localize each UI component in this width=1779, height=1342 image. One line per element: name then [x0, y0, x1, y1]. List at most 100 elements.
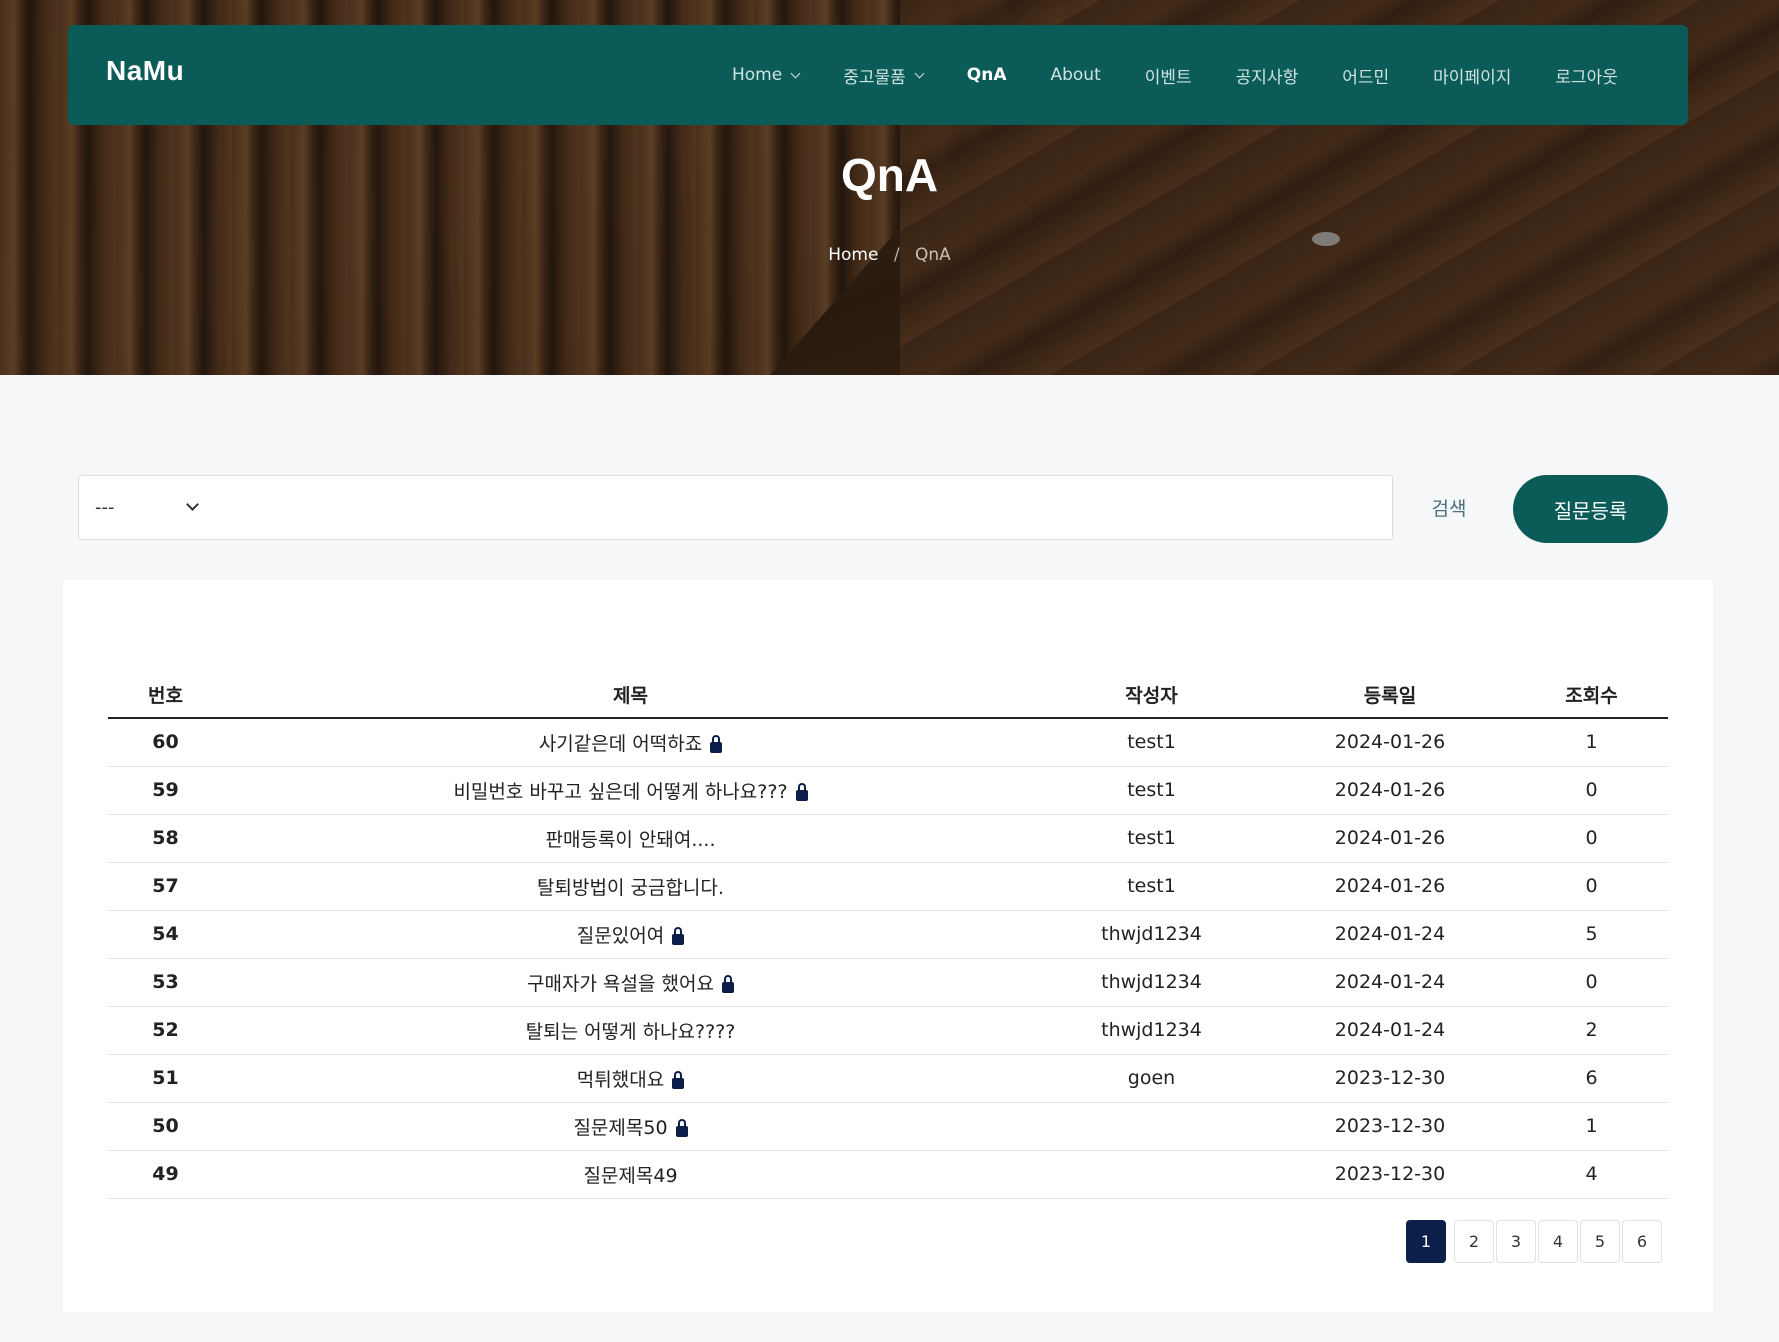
nav-item-4[interactable]: 이벤트 [1145, 63, 1192, 88]
lock-icon [795, 782, 808, 801]
nav-item-8[interactable]: 로그아웃 [1555, 63, 1618, 88]
row-author-cell: thwjd1234 [1038, 910, 1265, 959]
page-button-3[interactable]: 3 [1496, 1220, 1536, 1263]
search-input[interactable] [219, 475, 1393, 540]
row-title-cell[interactable]: 판매등록이 안돼여.... [223, 814, 1038, 863]
row-author: test1 [1127, 779, 1176, 801]
brand-logo[interactable]: NaMu [106, 55, 184, 87]
nav-item-6[interactable]: 어드민 [1342, 63, 1389, 88]
table-row[interactable]: 60 사기같은데 어떡하죠 test1 2024-01-26 1 [108, 718, 1668, 767]
register-question-button[interactable]: 질문등록 [1513, 475, 1668, 543]
row-title-cell[interactable]: 탈퇴방법이 궁금합니다. [223, 862, 1038, 911]
nav-item-label: 공지사항 [1235, 67, 1299, 88]
row-number-cell: 52 [108, 1006, 223, 1055]
page-button-4[interactable]: 4 [1538, 1220, 1578, 1263]
row-number-cell: 49 [108, 1150, 223, 1199]
page-button-5[interactable]: 5 [1580, 1220, 1620, 1263]
row-title-cell[interactable]: 질문제목50 [223, 1102, 1038, 1151]
search-type-value: --- [95, 497, 115, 518]
row-title: 먹튀했대요 [576, 1068, 665, 1091]
breadcrumb-current: QnA [914, 245, 951, 265]
row-title-cell[interactable]: 비밀번호 바꾸고 싶은데 어떻게 하나요??? [223, 766, 1038, 815]
row-title: 질문제목49 [583, 1164, 678, 1187]
search-button[interactable]: 검색 [1404, 475, 1494, 540]
nav-item-5[interactable]: 공지사항 [1236, 63, 1299, 88]
row-date: 2023-12-30 [1334, 1067, 1446, 1089]
column-header-author: 작성자 [1038, 672, 1265, 719]
row-number-cell: 59 [108, 766, 223, 815]
row-number: 57 [152, 875, 179, 897]
nav-item-3[interactable]: About [1050, 65, 1100, 85]
column-header-date: 등록일 [1265, 672, 1515, 719]
row-author: test1 [1127, 731, 1176, 754]
row-views: 0 [1585, 779, 1598, 801]
row-views: 5 [1585, 923, 1598, 945]
row-views-cell: 4 [1515, 1150, 1668, 1199]
row-title-cell[interactable]: 탈퇴는 어떻게 하나요???? [223, 1006, 1038, 1055]
nav-item-1[interactable]: 중고물품 [843, 63, 925, 88]
row-number: 50 [152, 1115, 179, 1137]
row-title-cell[interactable]: 사기같은데 어떡하죠 [223, 718, 1038, 767]
row-date: 2024-01-26 [1334, 731, 1446, 754]
row-views: 0 [1585, 875, 1598, 897]
row-views: 4 [1585, 1163, 1598, 1185]
row-date: 2024-01-24 [1334, 1019, 1446, 1041]
lock-icon [710, 734, 723, 753]
nav-item-2[interactable]: QnA [967, 65, 1007, 85]
row-views-cell: 2 [1515, 1006, 1668, 1055]
chevron-down-icon [914, 68, 925, 78]
row-date-cell: 2024-01-26 [1265, 862, 1515, 911]
row-author-cell: thwjd1234 [1038, 958, 1265, 1007]
nav-item-label: Home [732, 65, 783, 85]
table-row[interactable]: 57 탈퇴방법이 궁금합니다. test1 2024-01-26 0 [108, 862, 1668, 911]
row-title: 비밀번호 바꾸고 싶은데 어떻게 하나요??? [453, 780, 788, 803]
row-views-cell: 0 [1515, 958, 1668, 1007]
table-row[interactable]: 58 판매등록이 안돼여.... test1 2024-01-26 0 [108, 814, 1668, 863]
nav-item-label: 중고물품 [843, 67, 906, 88]
nav-item-0[interactable]: Home [732, 65, 801, 85]
row-date: 2023-12-30 [1334, 1115, 1446, 1137]
page-button-2[interactable]: 2 [1454, 1220, 1494, 1263]
row-date: 2024-01-24 [1334, 923, 1446, 945]
row-views-cell: 5 [1515, 910, 1668, 959]
nav-item-7[interactable]: 마이페이지 [1433, 63, 1511, 88]
row-title: 질문있어여 [576, 924, 665, 947]
table-row[interactable]: 52 탈퇴는 어떻게 하나요???? thwjd1234 2024-01-24 2 [108, 1006, 1668, 1055]
row-title-cell[interactable]: 질문제목49 [223, 1150, 1038, 1199]
table-row[interactable]: 59 비밀번호 바꾸고 싶은데 어떻게 하나요??? test1 2024-01-26… [108, 766, 1668, 815]
row-number-cell: 60 [108, 718, 223, 767]
row-date-cell: 2024-01-26 [1265, 718, 1515, 767]
table-row[interactable]: 54 질문있어여 thwjd1234 2024-01-24 5 [108, 910, 1668, 959]
row-title-cell[interactable]: 질문있어여 [223, 910, 1038, 959]
lock-icon [721, 974, 734, 993]
row-views: 0 [1585, 971, 1598, 993]
table-row[interactable]: 51 먹튀했대요 goen 2023-12-30 6 [108, 1054, 1668, 1103]
row-number-cell: 57 [108, 862, 223, 911]
row-number-cell: 54 [108, 910, 223, 959]
row-title-cell[interactable]: 먹튀했대요 [223, 1054, 1038, 1103]
row-number: 58 [152, 827, 179, 849]
page-button-1[interactable]: 1 [1406, 1220, 1446, 1263]
row-title-cell[interactable]: 구매자가 욕설을 했어요 [223, 958, 1038, 1007]
row-title: 탈퇴방법이 궁금합니다. [537, 876, 724, 899]
row-number-cell: 50 [108, 1102, 223, 1151]
row-number: 59 [152, 779, 179, 801]
row-views-cell: 1 [1515, 1102, 1668, 1151]
row-number-cell: 58 [108, 814, 223, 863]
table-row[interactable]: 50 질문제목50 2023-12-30 1 [108, 1102, 1668, 1151]
row-author: goen [1127, 1067, 1176, 1089]
page-button-6[interactable]: 6 [1622, 1220, 1662, 1263]
lock-icon [672, 1070, 685, 1089]
row-views: 2 [1585, 1019, 1598, 1041]
breadcrumb: Home / QnA [0, 245, 1779, 265]
table-row[interactable]: 53 구매자가 욕설을 했어요 thwjd1234 2024-01-24 0 [108, 958, 1668, 1007]
nav-item-label: QnA [966, 65, 1007, 85]
table-header-row: 번호 제목 작성자 등록일 조회수 [108, 672, 1668, 719]
search-type-select[interactable]: --- [78, 475, 220, 540]
row-number: 49 [152, 1163, 179, 1185]
table-row[interactable]: 49 질문제목49 2023-12-30 4 [108, 1150, 1668, 1199]
row-date-cell: 2024-01-26 [1265, 814, 1515, 863]
column-header-views: 조회수 [1515, 672, 1668, 719]
breadcrumb-home[interactable]: Home [828, 245, 878, 265]
row-author-cell [1038, 1102, 1265, 1151]
